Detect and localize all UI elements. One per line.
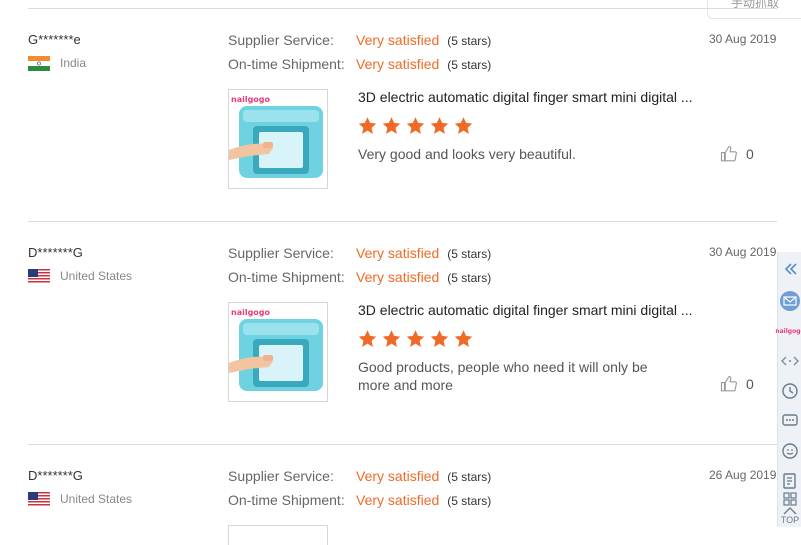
floating-toolbar: nailgogo TOP bbox=[775, 252, 801, 528]
chat-icon[interactable] bbox=[778, 408, 801, 434]
star-icon bbox=[382, 117, 401, 134]
supplier-service-stars: (5 stars) bbox=[447, 247, 492, 261]
shipment-label: On-time Shipment: bbox=[228, 492, 345, 508]
shipment-row: On-time Shipment: Very satisfied (5 stars) bbox=[228, 269, 491, 285]
brand-label: nailgogo bbox=[231, 95, 271, 104]
divider bbox=[28, 8, 777, 9]
divider bbox=[28, 444, 777, 445]
like-button[interactable]: 0 bbox=[720, 145, 754, 163]
divider bbox=[28, 221, 777, 222]
star-rating bbox=[357, 329, 474, 349]
shipment-row: On-time Shipment: Very satisfied (5 stars) bbox=[228, 56, 491, 72]
brand-logo[interactable]: nailgogo bbox=[775, 318, 801, 344]
supplier-service-value: Very satisfied bbox=[356, 468, 440, 484]
shipment-row: On-time Shipment: Very satisfied (5 stars) bbox=[228, 492, 491, 508]
supplier-service-stars: (5 stars) bbox=[447, 470, 492, 484]
thumbs-up-icon bbox=[720, 145, 737, 162]
product-thumbnail[interactable] bbox=[228, 525, 328, 545]
manual-fetch-button[interactable]: 手动抓取 bbox=[707, 0, 801, 19]
supplier-service-row: Supplier Service: Very satisfied (5 stars) bbox=[228, 468, 491, 484]
star-icon bbox=[358, 117, 377, 134]
top-icon[interactable]: TOP bbox=[778, 504, 801, 528]
star-icon bbox=[358, 330, 377, 347]
supplier-service-label: Supplier Service: bbox=[228, 468, 334, 484]
review-date: 26 Aug 2019 bbox=[709, 468, 777, 482]
country-name: India bbox=[60, 56, 87, 70]
like-count: 0 bbox=[746, 376, 754, 392]
reviewer-name: G*******e bbox=[28, 32, 81, 47]
shipment-stars: (5 stars) bbox=[447, 58, 492, 72]
star-icon bbox=[382, 330, 401, 347]
india-flag-icon bbox=[28, 55, 50, 71]
reviewer-name: D*******G bbox=[28, 245, 83, 260]
share-icon[interactable] bbox=[778, 348, 801, 374]
top-label: TOP bbox=[780, 515, 800, 525]
supplier-service-value: Very satisfied bbox=[356, 245, 440, 261]
star-rating bbox=[357, 116, 474, 136]
supplier-service-stars: (5 stars) bbox=[447, 34, 492, 48]
review-comment: Good products, people who need it will o… bbox=[358, 359, 648, 393]
reviewer-name: D*******G bbox=[28, 468, 83, 483]
supplier-service-label: Supplier Service: bbox=[228, 32, 334, 48]
review-date: 30 Aug 2019 bbox=[709, 245, 777, 259]
supplier-service-value: Very satisfied bbox=[356, 32, 440, 48]
shipment-value: Very satisfied bbox=[356, 269, 440, 285]
review-comment: Very good and looks very beautiful. bbox=[358, 146, 576, 162]
country-name: United States bbox=[60, 269, 133, 283]
clock-icon[interactable] bbox=[778, 378, 801, 404]
supplier-service-label: Supplier Service: bbox=[228, 245, 334, 261]
brand-label: nailgogo bbox=[231, 308, 271, 317]
supplier-service-row: Supplier Service: Very satisfied (5 stars) bbox=[228, 245, 491, 261]
shipment-label: On-time Shipment: bbox=[228, 269, 345, 285]
shipment-stars: (5 stars) bbox=[447, 271, 492, 285]
product-title[interactable]: 3D electric automatic digital finger sma… bbox=[358, 302, 698, 318]
mail-icon[interactable] bbox=[778, 288, 801, 314]
like-button[interactable]: 0 bbox=[720, 375, 754, 393]
thumbs-up-icon bbox=[720, 375, 737, 392]
star-icon bbox=[406, 330, 425, 347]
product-title[interactable]: 3D electric automatic digital finger sma… bbox=[358, 89, 698, 105]
star-icon bbox=[406, 117, 425, 134]
collapse-icon[interactable] bbox=[778, 256, 801, 282]
reviewer-country: United States bbox=[28, 491, 132, 507]
star-icon bbox=[454, 117, 473, 134]
shipment-label: On-time Shipment: bbox=[228, 56, 345, 72]
country-name: United States bbox=[60, 492, 133, 506]
like-count: 0 bbox=[746, 146, 754, 162]
reviewer-country: India bbox=[28, 55, 86, 71]
face-icon[interactable] bbox=[778, 438, 801, 464]
star-icon bbox=[430, 117, 449, 134]
us-flag-icon bbox=[28, 491, 50, 507]
supplier-service-row: Supplier Service: Very satisfied (5 stars) bbox=[228, 32, 491, 48]
us-flag-icon bbox=[28, 268, 50, 284]
shipment-stars: (5 stars) bbox=[447, 494, 492, 508]
reviewer-country: United States bbox=[28, 268, 132, 284]
shipment-value: Very satisfied bbox=[356, 492, 440, 508]
product-thumbnail[interactable]: nailgogo bbox=[228, 302, 328, 402]
shipment-value: Very satisfied bbox=[356, 56, 440, 72]
star-icon bbox=[454, 330, 473, 347]
product-thumbnail[interactable]: nailgogo bbox=[228, 89, 328, 189]
review-date: 30 Aug 2019 bbox=[709, 32, 777, 46]
star-icon bbox=[430, 330, 449, 347]
